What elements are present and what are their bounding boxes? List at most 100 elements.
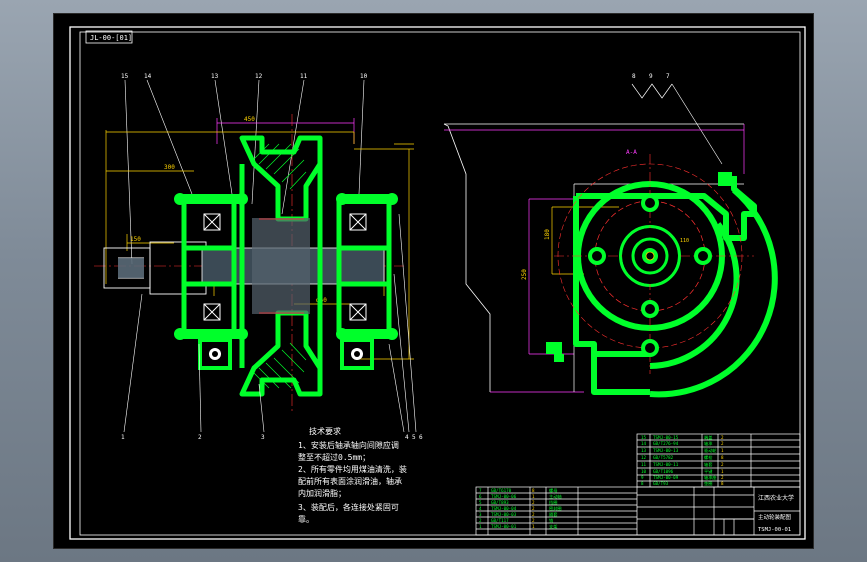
svg-text:8: 8 <box>721 481 724 486</box>
outer-frame <box>69 26 806 540</box>
svg-text:6: 6 <box>479 494 482 499</box>
tech-line-7: 靠。 <box>298 515 314 524</box>
leader-num-4: 4 <box>405 434 409 441</box>
leader-num-5: 5 <box>412 434 416 441</box>
drawing-title: 主动轮装配图 <box>758 513 792 521</box>
leader-num-14: 14 <box>144 73 152 80</box>
svg-text:TSMJ-00-11: TSMJ-00-11 <box>653 462 679 467</box>
leader-num-10: 10 <box>360 73 368 80</box>
bearing-seat-body <box>573 176 778 398</box>
leader-num-15: 15 <box>121 73 129 80</box>
dim-150: 150 <box>130 236 141 243</box>
svg-text:挡圈: 挡圈 <box>549 499 557 506</box>
svg-text:TSMJ-00-03: TSMJ-00-03 <box>491 512 517 517</box>
section-marker <box>631 83 673 99</box>
cad-viewport[interactable]: JL-00-[01] 15 14 13 12 11 10 450 300 150… <box>53 13 814 549</box>
tech-line-4: 配前所有表面涂润滑油，轴承 <box>298 477 402 486</box>
bom-lower-text: 7 GB/T6170 螺母 6 TSMJ-00-06 主动轴 5 GB/T893… <box>479 487 562 530</box>
svg-text:2: 2 <box>532 506 535 511</box>
svg-text:螺栓: 螺栓 <box>704 454 713 461</box>
svg-text:端盖: 端盖 <box>704 434 712 441</box>
svg-text:TSMJ-00-06: TSMJ-00-06 <box>491 494 517 499</box>
drawing-code: TSMJ-00-01 <box>758 527 791 533</box>
svg-text:轴承座: 轴承座 <box>704 474 717 481</box>
wheel-hub-gray <box>252 218 310 314</box>
svg-text:14: 14 <box>641 441 647 446</box>
svg-text:垫圈: 垫圈 <box>704 480 712 487</box>
tech-line-2: 整至不超过0.5mm； <box>298 453 371 462</box>
svg-text:支架: 支架 <box>549 523 557 530</box>
svg-text:10: 10 <box>641 469 647 474</box>
right-dimension-values: 250 180 <box>521 229 551 280</box>
svg-text:驱动轮: 驱动轮 <box>704 447 717 454</box>
svg-text:主动轴: 主动轴 <box>549 493 562 500</box>
svg-text:GB/T893: GB/T893 <box>491 500 509 505</box>
center-dim-110: 110 <box>680 238 689 244</box>
dim-180: 180 <box>544 229 551 240</box>
svg-text:GB/T276-94: GB/T276-94 <box>653 441 679 446</box>
tech-line-5: 内加润滑脂； <box>298 489 346 498</box>
svg-text:2: 2 <box>479 518 482 523</box>
svg-text:GB/T93: GB/T93 <box>653 481 669 486</box>
bottom-leader-numbers: 1 2 3 4 5 6 <box>121 434 423 441</box>
svg-text:隔套: 隔套 <box>549 511 558 518</box>
bom-upper-text: 15 TSMJ-00-15 端盖 14 GB/T276-94 轴承 13 TSM… <box>641 434 717 487</box>
svg-text:3: 3 <box>479 512 482 517</box>
svg-text:轴套: 轴套 <box>704 461 713 468</box>
tech-requirements-title: 技术要求 <box>309 427 341 436</box>
hub-bore <box>645 251 655 261</box>
svg-text:8: 8 <box>721 455 724 460</box>
assembly-drawing: JL-00-[01] 15 14 13 12 11 10 450 300 150… <box>69 26 806 540</box>
university-name: 江西农业大学 <box>758 494 794 502</box>
leader-num-6: 6 <box>419 434 423 441</box>
svg-text:2: 2 <box>721 435 724 440</box>
section-label: A-A <box>626 149 637 156</box>
tech-line-6: 3、装配后，各连接处紧固可 <box>298 503 399 512</box>
svg-text:2: 2 <box>721 475 724 480</box>
leader-num-8: 8 <box>632 73 636 80</box>
svg-text:1: 1 <box>532 494 535 499</box>
leader-num-1: 1 <box>121 434 125 441</box>
svg-text:TSMJ-00-15: TSMJ-00-15 <box>653 435 679 440</box>
svg-text:5: 5 <box>479 500 482 505</box>
svg-text:TSMJ-00-01: TSMJ-00-01 <box>491 524 517 529</box>
leader-num-11: 11 <box>300 73 308 80</box>
svg-text:8: 8 <box>532 488 535 493</box>
svg-text:7: 7 <box>479 488 482 493</box>
leader-num-3: 3 <box>261 434 265 441</box>
leader-num-12: 12 <box>255 73 263 80</box>
svg-text:2: 2 <box>532 500 535 505</box>
dim-250: 250 <box>521 269 528 280</box>
bom-upper-qty: 2 2 1 8 2 1 2 8 <box>721 435 724 486</box>
svg-text:GB/T117: GB/T117 <box>491 518 509 523</box>
top-leader-numbers: 15 14 13 12 11 10 <box>121 73 368 80</box>
svg-text:1: 1 <box>721 469 724 474</box>
svg-text:轴承: 轴承 <box>704 440 713 447</box>
svg-text:TSMJ-00-04: TSMJ-00-04 <box>491 506 517 511</box>
leader-num-13: 13 <box>211 73 219 80</box>
svg-text:13: 13 <box>641 448 647 453</box>
tech-line-3: 2、所有零件均用煤油清洗，装 <box>298 465 407 474</box>
leader-num-2: 2 <box>198 434 202 441</box>
svg-text:销: 销 <box>549 517 553 524</box>
svg-text:12: 12 <box>641 455 647 460</box>
svg-text:2: 2 <box>721 441 724 446</box>
right-leader-numbers: 8 9 7 <box>632 73 670 80</box>
leader-num-7: 7 <box>666 73 670 80</box>
svg-text:TSMJ-00-13: TSMJ-00-13 <box>653 448 679 453</box>
leader-num-9: 9 <box>649 73 653 80</box>
svg-text:TSMJ-00-09: TSMJ-00-09 <box>653 475 679 480</box>
svg-text:1: 1 <box>532 524 535 529</box>
svg-text:2: 2 <box>532 518 535 523</box>
svg-text:螺母: 螺母 <box>549 487 557 494</box>
svg-text:2: 2 <box>532 512 535 517</box>
svg-text:9: 9 <box>641 475 644 480</box>
svg-text:1: 1 <box>721 448 724 453</box>
svg-text:密封圈: 密封圈 <box>549 505 562 512</box>
dim-450: 450 <box>244 116 255 123</box>
dim-300: 300 <box>164 164 175 171</box>
parts-list-lower <box>475 486 801 536</box>
svg-text:2: 2 <box>721 462 724 467</box>
svg-text:15: 15 <box>641 435 647 440</box>
tech-line-1: 1、安装后轴承轴向间隙应调 <box>298 441 399 450</box>
